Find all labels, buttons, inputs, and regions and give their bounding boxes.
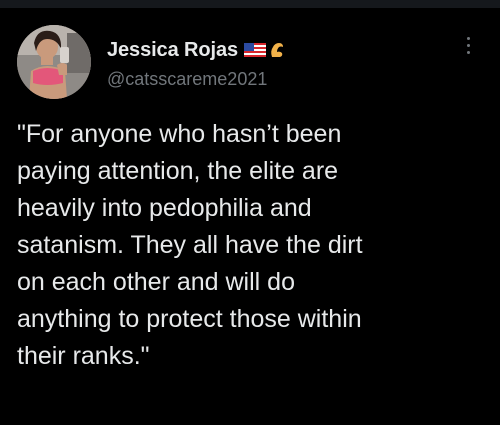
flexed-arm-icon <box>269 41 285 59</box>
dot <box>466 51 470 54</box>
us-flag-icon <box>244 43 267 57</box>
user-handle[interactable]: @catsscareme2021 <box>107 69 285 90</box>
dot <box>466 44 470 47</box>
tweet-card: Jessica Rojas @catsscareme2021 "For anyo… <box>0 8 500 425</box>
avatar[interactable] <box>17 25 91 99</box>
tweet-text: "For anyone who hasn’t been paying atten… <box>17 120 363 370</box>
display-name[interactable]: Jessica Rojas <box>107 39 238 62</box>
avatar-photo-icon <box>17 25 91 99</box>
dot <box>466 37 470 40</box>
top-edge-strip <box>0 0 500 8</box>
more-options-icon[interactable] <box>462 37 474 61</box>
